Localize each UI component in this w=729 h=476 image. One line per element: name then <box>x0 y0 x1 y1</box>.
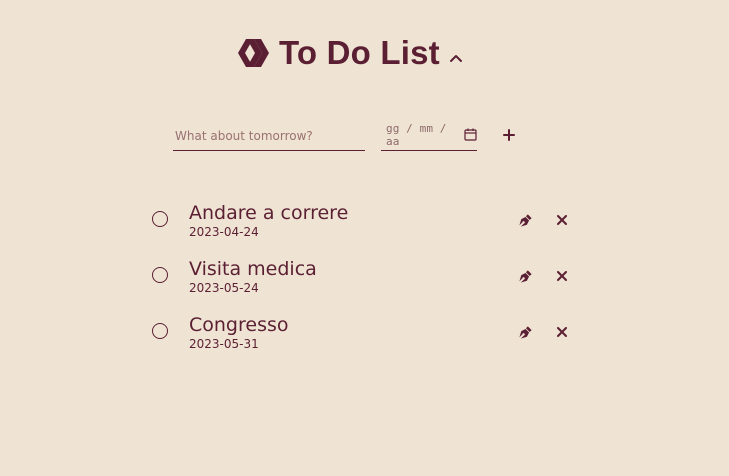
pen-nib-icon <box>518 213 532 227</box>
pen-nib-icon <box>518 325 532 339</box>
delete-button[interactable] <box>554 212 570 228</box>
delete-button[interactable] <box>554 268 570 284</box>
todo-date: 2023-04-24 <box>189 225 259 239</box>
todo-checkbox[interactable] <box>152 267 168 283</box>
todo-title: Congresso <box>189 314 289 336</box>
edit-button[interactable] <box>517 212 533 228</box>
plus-icon <box>503 126 515 145</box>
calendar-icon[interactable] <box>464 128 477 141</box>
page-title: To Do List <box>279 34 440 71</box>
todo-date: 2023-05-24 <box>189 281 259 295</box>
close-icon <box>557 271 567 281</box>
todo-item: Congresso 2023-05-31 <box>152 312 582 368</box>
date-placeholder: gg / mm / aa <box>386 121 447 148</box>
todo-checkbox[interactable] <box>152 323 168 339</box>
task-input[interactable] <box>173 121 365 151</box>
page-header: To Do List <box>236 33 464 73</box>
todo-title: Andare a correre <box>189 202 349 224</box>
todo-item: Visita medica 2023-05-24 <box>152 256 582 312</box>
edit-button[interactable] <box>517 324 533 340</box>
close-icon <box>557 215 567 225</box>
todo-title: Visita medica <box>189 258 317 280</box>
close-icon <box>557 327 567 337</box>
chevron-up-icon[interactable] <box>448 50 464 66</box>
todo-date: 2023-05-31 <box>189 337 259 351</box>
todo-item: Andare a correre 2023-04-24 <box>152 200 582 256</box>
add-task-button[interactable] <box>501 127 517 143</box>
delete-button[interactable] <box>554 324 570 340</box>
todo-list: Andare a correre 2023-04-24 Visita medic… <box>152 200 582 368</box>
pen-nib-icon <box>518 269 532 283</box>
date-input[interactable]: gg / mm / aa <box>381 121 477 151</box>
todo-checkbox[interactable] <box>152 211 168 227</box>
edit-button[interactable] <box>517 268 533 284</box>
double-chevron-diamond-logo-icon <box>236 37 270 69</box>
